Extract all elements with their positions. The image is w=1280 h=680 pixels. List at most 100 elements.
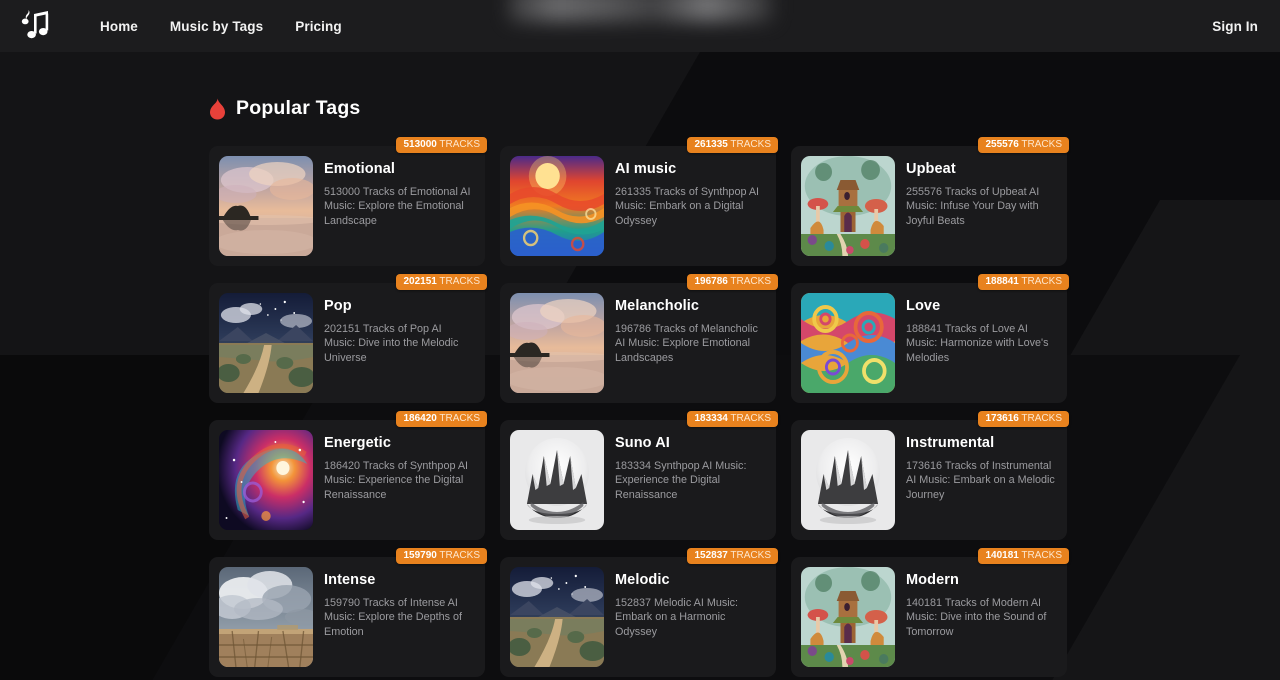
track-count-label: TRACKS (436, 138, 480, 150)
tag-title: Love (906, 298, 941, 314)
track-count-label: TRACKS (1018, 549, 1062, 561)
tag-thumbnail-lake-sunset-clouds (219, 156, 313, 256)
tag-card-body: AI music 261335 Tracks of Synthpop AI Mus… (615, 156, 766, 228)
tag-thumbnail-grayscale-rock-peaks (801, 430, 895, 530)
sign-in-button[interactable]: Sign In (1212, 19, 1258, 34)
site-logo[interactable] (20, 8, 84, 44)
tag-card-body: Intense 159790 Tracks of Intense AI Music… (324, 567, 475, 639)
tag-title: Modern (906, 572, 959, 588)
tag-description: 159790 Tracks of Intense AI Music: Explo… (324, 596, 463, 638)
tag-description: 183334 Synthpop AI Music: Experience the… (615, 459, 747, 501)
tag-title: Energetic (324, 435, 391, 451)
tag-thumbnail-mushroom-fantasy-house (801, 567, 895, 667)
tag-card-body: Melancholic 196786 Tracks of Melancholic … (615, 293, 766, 365)
track-count-value: 513000 (403, 138, 437, 150)
track-count-label: TRACKS (1018, 412, 1062, 424)
track-count-label: TRACKS (436, 412, 480, 424)
track-count-label: TRACKS (727, 275, 771, 287)
track-count-label: TRACKS (436, 275, 480, 287)
track-count-badge: 196786 TRACKS (687, 274, 778, 290)
track-count-label: TRACKS (727, 412, 771, 424)
track-count-badge: 202151 TRACKS (396, 274, 487, 290)
track-count-badge: 173616 TRACKS (978, 411, 1069, 427)
nav-links: Home Music by Tags Pricing (84, 13, 358, 40)
tag-card[interactable]: 196786 TRACKS Melancholic 196786 Tracks … (500, 274, 778, 403)
track-count-label: TRACKS (436, 549, 480, 561)
tag-card[interactable]: 140181 TRACKS Modern 140181 Tracks of Mo… (791, 548, 1069, 677)
tag-card-body: Pop 202151 Tracks of Pop AI Music: Dive i… (324, 293, 475, 365)
tag-description: 186420 Tracks of Synthpop AI Music: Expe… (324, 459, 469, 501)
tag-title: Emotional (324, 161, 395, 177)
track-count-badge: 255576 TRACKS (978, 137, 1069, 153)
tag-description: 196786 Tracks of Melancholic AI Music: E… (615, 322, 758, 364)
tag-card-body: Instrumental 173616 Tracks of Instrumenta… (906, 430, 1057, 502)
tag-card[interactable]: 186420 TRACKS Energetic 186420 Tracks of… (209, 411, 487, 540)
tag-thumbnail-grayscale-rock-peaks (510, 430, 604, 530)
tag-card[interactable]: 255576 TRACKS Upbeat 255576 Tracks of Up… (791, 137, 1069, 266)
track-count-value: 186420 (403, 412, 437, 424)
tag-title: Intense (324, 572, 376, 588)
track-count-badge: 513000 TRACKS (396, 137, 487, 153)
nav-link-music-by-tags[interactable]: Music by Tags (154, 13, 279, 40)
track-count-value: 202151 (403, 275, 437, 287)
tag-card-body: Emotional 513000 Tracks of Emotional AI M… (324, 156, 475, 228)
tag-card-body: Energetic 186420 Tracks of Synthpop AI Mu… (324, 430, 475, 502)
track-count-badge: 140181 TRACKS (978, 548, 1069, 564)
tag-thumbnail-psychedelic-sunset-swirls (510, 156, 604, 256)
track-count-badge: 183334 TRACKS (687, 411, 778, 427)
tag-title: Melodic (615, 572, 670, 588)
tag-thumbnail-night-valley-path (510, 567, 604, 667)
track-count-value: 140181 (985, 549, 1019, 561)
tag-title: Instrumental (906, 435, 995, 451)
tag-card[interactable]: 513000 TRACKS Emotional 513000 Tracks of… (209, 137, 487, 266)
track-count-value: 188841 (985, 275, 1019, 287)
main-content: Popular Tags 513000 TRACKS Emotional 513… (0, 97, 1280, 677)
tag-description: 255576 Tracks of Upbeat AI Music: Infuse… (906, 185, 1040, 227)
track-count-value: 173616 (985, 412, 1019, 424)
tag-thumbnail-mushroom-fantasy-house (801, 156, 895, 256)
track-count-label: TRACKS (727, 549, 771, 561)
tag-card[interactable]: 202151 TRACKS Pop 202151 Tracks of Pop A… (209, 274, 487, 403)
tag-description: 513000 Tracks of Emotional AI Music: Exp… (324, 185, 471, 227)
tag-thumbnail-cosmic-nebula-burst (219, 430, 313, 530)
tag-thumbnail-lake-sunset-clouds (510, 293, 604, 393)
track-count-badge: 152837 TRACKS (687, 548, 778, 564)
tag-title: Suno AI (615, 435, 670, 451)
track-count-value: 152837 (694, 549, 728, 561)
track-count-badge: 261335 TRACKS (687, 137, 778, 153)
nav-link-pricing[interactable]: Pricing (279, 13, 357, 40)
track-count-value: 261335 (694, 138, 728, 150)
track-count-badge: 159790 TRACKS (396, 548, 487, 564)
track-count-value: 183334 (694, 412, 728, 424)
tag-title: AI music (615, 161, 677, 177)
tag-description: 152837 Melodic AI Music: Embark on a Har… (615, 596, 739, 638)
track-count-value: 196786 (694, 275, 728, 287)
tag-card[interactable]: 261335 TRACKS AI music 261335 Tracks of … (500, 137, 778, 266)
tag-thumbnail-storm-clouds-cracked-earth (219, 567, 313, 667)
tag-card-body: Melodic 152837 Melodic AI Music: Embark o… (615, 567, 766, 639)
tag-thumbnail-rainbow-spiral-swirls (801, 293, 895, 393)
tag-card-body: Love 188841 Tracks of Love AI Music: Harm… (906, 293, 1057, 365)
music-note-logo-icon (21, 10, 49, 39)
tag-card[interactable]: 183334 TRACKS Suno AI 183334 Synthpop AI … (500, 411, 778, 540)
tag-description: 202151 Tracks of Pop AI Music: Dive into… (324, 322, 459, 364)
nav-link-home[interactable]: Home (84, 13, 154, 40)
track-count-label: TRACKS (1018, 138, 1062, 150)
fire-icon (210, 98, 225, 119)
track-count-badge: 188841 TRACKS (978, 274, 1069, 290)
tag-card[interactable]: 173616 TRACKS Instrumental 173616 Tracks … (791, 411, 1069, 540)
tag-title: Upbeat (906, 161, 956, 177)
section-header: Popular Tags (209, 97, 1280, 120)
track-count-value: 255576 (985, 138, 1019, 150)
tag-card[interactable]: 188841 TRACKS Love 188841 Tracks of Love … (791, 274, 1069, 403)
tag-card[interactable]: 159790 TRACKS Intense 159790 Tracks of I… (209, 548, 487, 677)
track-count-label: TRACKS (1018, 275, 1062, 287)
page-title: Popular Tags (236, 97, 361, 119)
tag-card[interactable]: 152837 TRACKS Melodic 152837 Melodic AI … (500, 548, 778, 677)
track-count-badge: 186420 TRACKS (396, 411, 487, 427)
tag-title: Pop (324, 298, 352, 314)
tag-card-body: Suno AI 183334 Synthpop AI Music: Experie… (615, 430, 766, 502)
blurred-overlay (508, 0, 774, 22)
track-count-value: 159790 (403, 549, 437, 561)
tag-description: 140181 Tracks of Modern AI Music: Dive i… (906, 596, 1047, 638)
